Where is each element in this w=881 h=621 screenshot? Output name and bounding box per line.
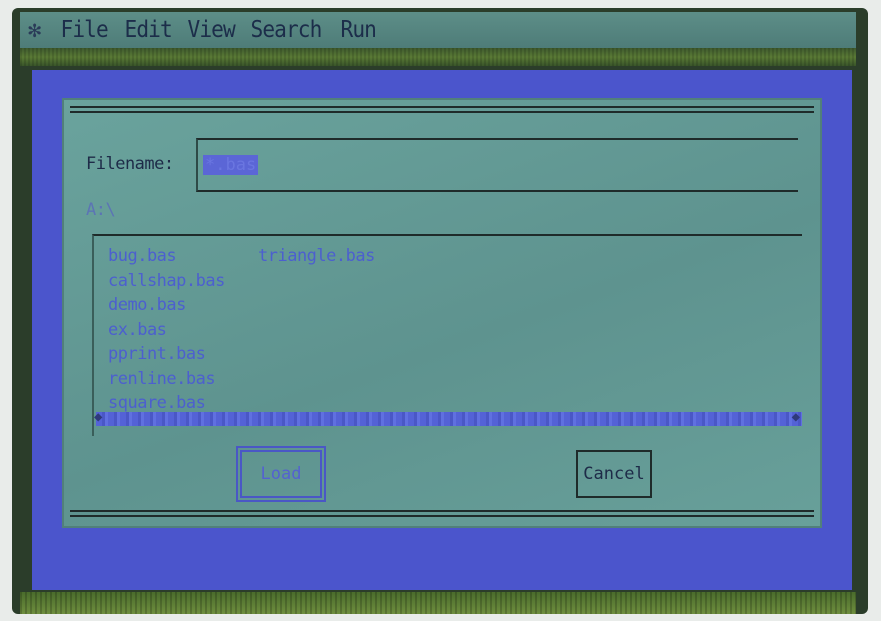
file-list-column-2: triangle.bas (258, 244, 375, 269)
load-button[interactable]: Load (236, 446, 326, 502)
file-item-bug[interactable]: bug.bas (108, 244, 225, 269)
menu-bar: ✻ File Edit View Search Run (20, 12, 856, 48)
filename-value: *.bas (203, 155, 259, 175)
scroll-right-arrow-icon[interactable]: ◆ (792, 409, 800, 425)
file-list-column-1: bug.bas callshap.bas demo.bas ex.bas ppr… (108, 244, 225, 416)
crt-screen: ✻ File Edit View Search Run Filename: *.… (12, 8, 868, 614)
scroll-left-arrow-icon[interactable]: ◆ (94, 409, 102, 425)
file-item-demo[interactable]: demo.bas (108, 293, 225, 318)
dialog-bottom-rule (70, 510, 814, 512)
menu-search[interactable]: Search (245, 17, 327, 43)
file-item-callshap[interactable]: callshap.bas (108, 269, 225, 294)
cancel-button[interactable]: Cancel (576, 450, 652, 498)
dialog-top-rule-inner (70, 111, 814, 113)
menu-file[interactable]: File (55, 17, 113, 43)
filename-field[interactable]: *.bas (196, 138, 798, 192)
menu-bar-divider (20, 48, 856, 66)
current-path: A:\ (86, 200, 116, 220)
file-item-ex[interactable]: ex.bas (108, 318, 225, 343)
file-open-dialog: Filename: *.bas A:\ bug.bas callshap.bas… (62, 98, 822, 528)
file-item-pprint[interactable]: pprint.bas (108, 342, 225, 367)
file-list[interactable]: bug.bas callshap.bas demo.bas ex.bas ppr… (92, 234, 802, 436)
file-item-renline[interactable]: renline.bas (108, 367, 225, 392)
file-item-triangle[interactable]: triangle.bas (258, 244, 375, 269)
horizontal-scrollbar[interactable]: ◆ ◆ (94, 409, 802, 426)
bottom-border-strip (20, 592, 856, 614)
dialog-top-rule (70, 106, 814, 108)
dialog-bottom-rule-inner (70, 515, 814, 517)
menu-run[interactable]: Run (335, 17, 382, 43)
apple-menu-icon[interactable]: ✻ (28, 18, 41, 43)
menu-view[interactable]: View (182, 17, 240, 43)
filename-label: Filename: (86, 154, 174, 174)
menu-edit[interactable]: Edit (119, 17, 177, 43)
